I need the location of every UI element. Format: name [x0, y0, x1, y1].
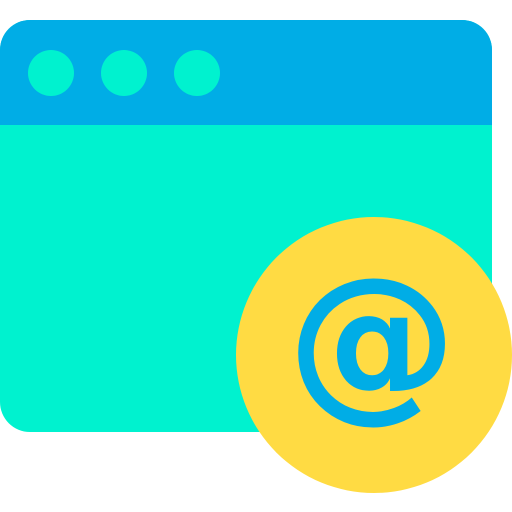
browser-window-icon: @ — [0, 20, 512, 493]
at-sign-icon: @ — [287, 241, 457, 439]
web-email-illustration: @ — [0, 0, 512, 512]
window-dot-icon — [174, 50, 220, 96]
window-dot-icon — [28, 50, 74, 96]
window-control-dots — [28, 50, 220, 96]
window-dot-icon — [101, 50, 147, 96]
